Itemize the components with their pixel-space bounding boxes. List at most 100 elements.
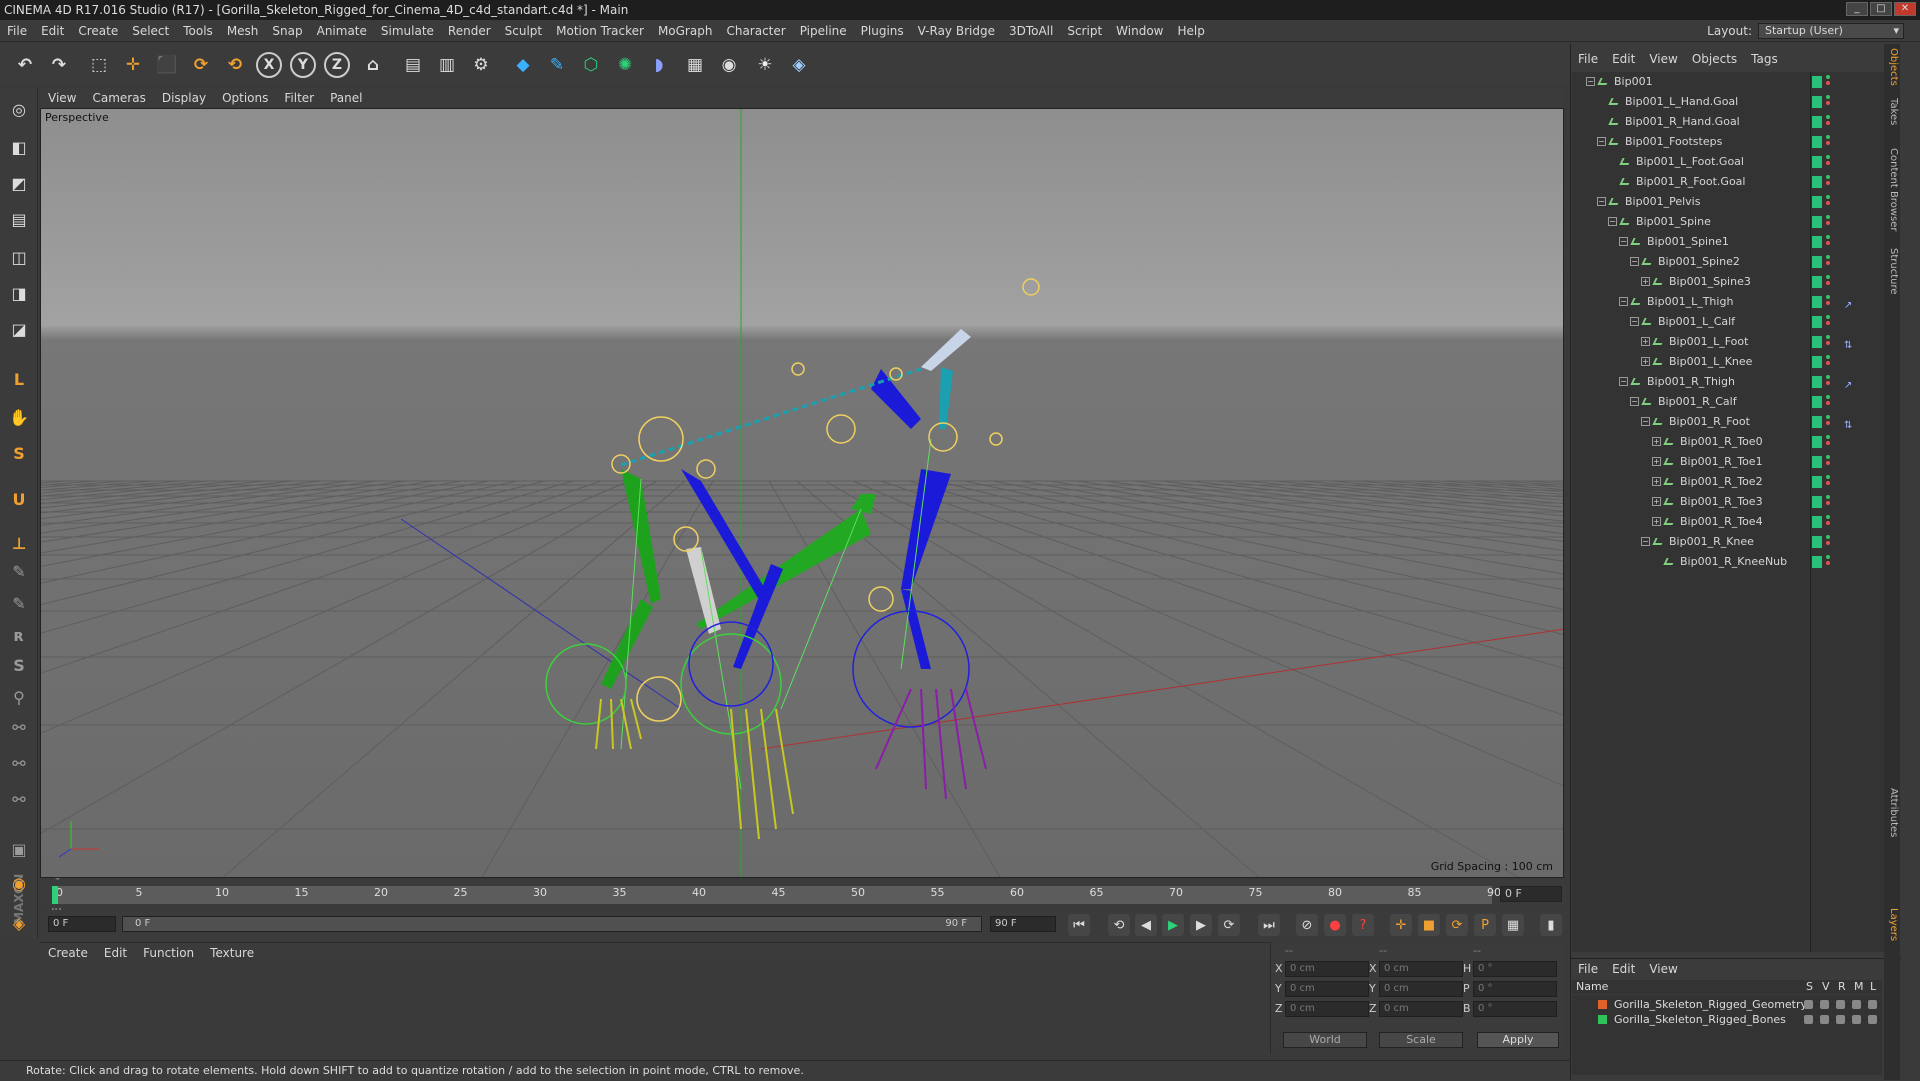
menu-create[interactable]: Create bbox=[71, 20, 125, 42]
expand-toggle[interactable]: + bbox=[1652, 477, 1661, 486]
editor-visibility-dot[interactable] bbox=[1826, 455, 1830, 459]
render-visibility-dot[interactable] bbox=[1826, 561, 1830, 565]
go-to-end-icon[interactable]: ⏭ bbox=[1258, 914, 1280, 936]
expand-toggle[interactable]: − bbox=[1619, 297, 1628, 306]
menu-select[interactable]: Select bbox=[125, 20, 176, 42]
z-axis-icon[interactable]: Z bbox=[324, 52, 350, 78]
visibility-dots[interactable] bbox=[1826, 195, 1830, 209]
camera-icon[interactable]: ◉ bbox=[714, 50, 744, 80]
timeline-ruler[interactable]: 0 5 10 15 20 25 30 35 40 45 50 55 60 65 70 75 80 85 90 bbox=[52, 886, 1501, 904]
menu-sculpt[interactable]: Sculpt bbox=[498, 20, 549, 42]
editor-visibility-dot[interactable] bbox=[1826, 235, 1830, 239]
object-menu-edit[interactable]: Edit bbox=[1605, 50, 1642, 68]
visibility-dots[interactable] bbox=[1826, 395, 1830, 409]
render-visibility-dot[interactable] bbox=[1826, 81, 1830, 85]
ik-goal-tag-icon[interactable]: ⇅ bbox=[1844, 336, 1858, 351]
editor-visibility-dot[interactable] bbox=[1826, 315, 1830, 319]
layer-manager-toggle[interactable] bbox=[1852, 1000, 1861, 1009]
coord-field[interactable]: 0 cm bbox=[1285, 981, 1369, 997]
render-view-icon[interactable]: ▤ bbox=[398, 50, 428, 80]
coord-field[interactable]: 0 ° bbox=[1473, 1001, 1557, 1017]
current-frame-field[interactable]: 0 F bbox=[1500, 886, 1562, 902]
render-visibility-dot[interactable] bbox=[1826, 521, 1830, 525]
expand-toggle[interactable]: + bbox=[1652, 437, 1661, 446]
workplane-icon[interactable]: ▤ bbox=[4, 204, 34, 234]
side-tab-structure[interactable]: Structure bbox=[1885, 248, 1899, 295]
floor-icon[interactable]: ▦ bbox=[680, 50, 710, 80]
points-mode-icon[interactable]: ◫ bbox=[4, 242, 34, 272]
menu-edit[interactable]: Edit bbox=[34, 20, 71, 42]
side-tab-objects[interactable]: Objects bbox=[1885, 48, 1899, 86]
joint-icon[interactable]: ⚯ bbox=[4, 712, 34, 742]
layer-solo-toggle[interactable] bbox=[1804, 1015, 1813, 1024]
visibility-dots[interactable] bbox=[1826, 95, 1830, 109]
expand-toggle[interactable]: + bbox=[1652, 497, 1661, 506]
editor-visibility-dot[interactable] bbox=[1826, 75, 1830, 79]
menu-mesh[interactable]: Mesh bbox=[220, 20, 266, 42]
array-icon[interactable]: ✺ bbox=[610, 50, 640, 80]
layer-color-swatch[interactable] bbox=[1812, 216, 1822, 228]
coord-scale-dropdown[interactable]: Scale bbox=[1379, 1032, 1463, 1048]
layer-locked-toggle[interactable] bbox=[1868, 1015, 1877, 1024]
menu-character[interactable]: Character bbox=[719, 20, 792, 42]
layer-swatch[interactable] bbox=[1598, 1000, 1607, 1009]
visibility-dots[interactable] bbox=[1826, 415, 1830, 429]
layer-color-swatch[interactable] bbox=[1812, 136, 1822, 148]
ik-tag-icon[interactable]: ↗ bbox=[1844, 376, 1858, 391]
object-row-bip001-r-foot[interactable]: − Bip001_R_Foot ⇅ bbox=[1572, 412, 1900, 432]
render-settings-icon[interactable]: ⚙ bbox=[466, 50, 496, 80]
object-row-bip001-r-toe0[interactable]: + Bip001_R_Toe0 bbox=[1572, 432, 1900, 452]
viewport-menu-filter[interactable]: Filter bbox=[276, 88, 322, 108]
editor-visibility-dot[interactable] bbox=[1826, 335, 1830, 339]
editor-visibility-dot[interactable] bbox=[1826, 515, 1830, 519]
ik-tag-icon[interactable]: ↗ bbox=[1844, 296, 1858, 311]
visibility-dots[interactable] bbox=[1826, 455, 1830, 469]
texture-mode-icon[interactable]: ◩ bbox=[4, 168, 34, 198]
object-menu-objects[interactable]: Objects bbox=[1685, 50, 1744, 68]
layer-color-swatch[interactable] bbox=[1812, 536, 1822, 548]
material-menu-edit[interactable]: Edit bbox=[96, 943, 135, 963]
layer-manager-toggle[interactable] bbox=[1852, 1015, 1861, 1024]
object-row-bip001-r-hand-goal[interactable]: Bip001_R_Hand.Goal bbox=[1572, 112, 1900, 132]
render-visibility-dot[interactable] bbox=[1826, 441, 1830, 445]
editor-visibility-dot[interactable] bbox=[1826, 415, 1830, 419]
live-select-icon[interactable]: ⬚ bbox=[84, 50, 114, 80]
layer-row[interactable]: Gorilla_Skeleton_Rigged_Bones bbox=[1572, 1012, 1882, 1027]
layer-color-swatch[interactable] bbox=[1812, 416, 1822, 428]
coord-field[interactable]: 0 cm bbox=[1379, 981, 1463, 997]
snap-icon[interactable]: U bbox=[4, 484, 34, 514]
object-row-bip001-spine[interactable]: − Bip001_Spine bbox=[1572, 212, 1900, 232]
menu-mograph[interactable]: MoGraph bbox=[651, 20, 720, 42]
visibility-dots[interactable] bbox=[1826, 75, 1830, 89]
editor-visibility-dot[interactable] bbox=[1826, 195, 1830, 199]
layer-solo-toggle[interactable] bbox=[1804, 1000, 1813, 1009]
visibility-dots[interactable] bbox=[1826, 115, 1830, 129]
menu-snap[interactable]: Snap bbox=[265, 20, 309, 42]
layer-color-swatch[interactable] bbox=[1812, 376, 1822, 388]
layer-color-swatch[interactable] bbox=[1812, 116, 1822, 128]
playhead[interactable] bbox=[52, 886, 58, 904]
render-visibility-dot[interactable] bbox=[1826, 201, 1830, 205]
visibility-dots[interactable] bbox=[1826, 555, 1830, 569]
pla-key-icon[interactable]: ▦ bbox=[1502, 914, 1524, 936]
render-picture-queue-icon[interactable]: ▥ bbox=[432, 50, 462, 80]
material-menu-texture[interactable]: Texture bbox=[202, 943, 262, 963]
editor-visibility-dot[interactable] bbox=[1826, 255, 1830, 259]
expand-toggle[interactable]: + bbox=[1641, 357, 1650, 366]
layer-color-swatch[interactable] bbox=[1812, 236, 1822, 248]
menu-script[interactable]: Script bbox=[1060, 20, 1109, 42]
menu-file[interactable]: File bbox=[0, 20, 34, 42]
material-manager[interactable] bbox=[40, 962, 1270, 1054]
polygons-mode-icon[interactable]: ◪ bbox=[4, 314, 34, 344]
solo-icon[interactable]: S bbox=[4, 438, 34, 468]
undo-icon[interactable]: ↶ bbox=[10, 50, 40, 80]
object-row-bip001-spine3[interactable]: + Bip001_Spine3 bbox=[1572, 272, 1900, 292]
layer-visible-toggle[interactable] bbox=[1820, 1015, 1829, 1024]
visibility-dots[interactable] bbox=[1826, 175, 1830, 189]
render-visibility-dot[interactable] bbox=[1826, 501, 1830, 505]
expand-toggle[interactable]: − bbox=[1619, 237, 1628, 246]
object-row-bip001-pelvis[interactable]: − Bip001_Pelvis bbox=[1572, 192, 1900, 212]
menu-plugins[interactable]: Plugins bbox=[854, 20, 911, 42]
render-visibility-dot[interactable] bbox=[1826, 181, 1830, 185]
visibility-dots[interactable] bbox=[1826, 535, 1830, 549]
